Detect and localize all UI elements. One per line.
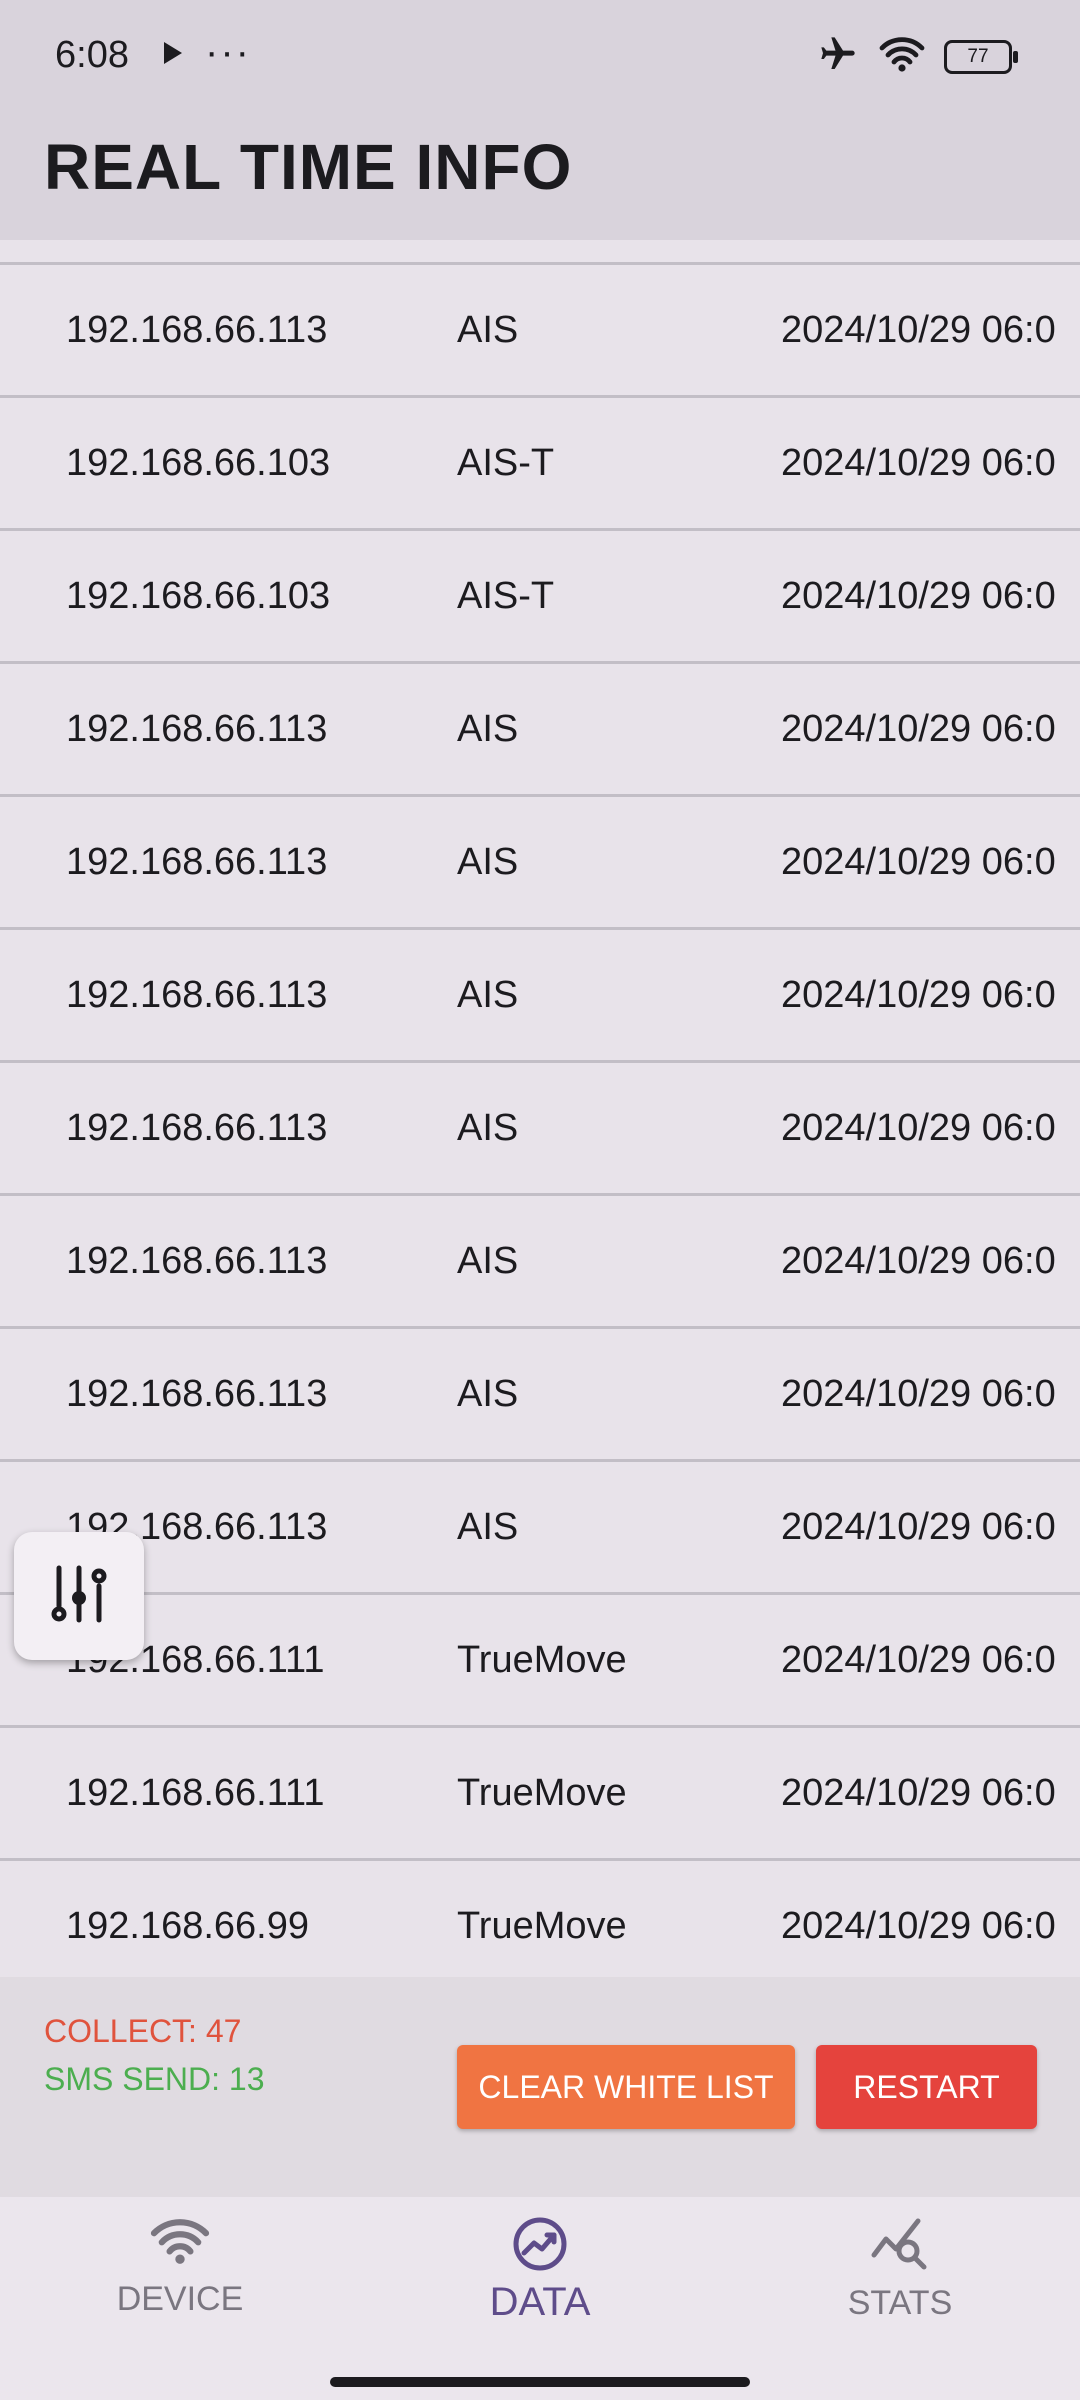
operator-cell: AIS xyxy=(457,708,519,750)
wifi-icon xyxy=(878,34,926,79)
home-gesture-bar[interactable] xyxy=(330,2377,750,2387)
ip-cell: 192.168.66.113 xyxy=(66,1107,328,1149)
ip-cell: 192.168.66.99 xyxy=(66,1905,310,1947)
operator-cell: AIS xyxy=(457,841,519,883)
time-cell: 2024/10/29 06:0 xyxy=(781,442,1056,484)
table-row[interactable]: 192.168.66.113 AIS 2024/10/29 06:0 xyxy=(0,1462,1080,1595)
app-bar: REAL TIME INFO xyxy=(0,110,1080,240)
ip-cell: 192.168.66.113 xyxy=(66,841,328,883)
time-cell: 2024/10/29 06:0 xyxy=(781,1240,1056,1282)
nav-label-device: DEVICE xyxy=(116,2280,244,2318)
sliders-icon xyxy=(47,1562,111,1631)
operator-cell: TrueMove xyxy=(457,1639,627,1681)
play-icon xyxy=(164,42,182,64)
status-icons: 77 xyxy=(816,34,1018,79)
table-row[interactable]: 192.168.66.113 AIS 2024/10/29 06:0 xyxy=(0,1329,1080,1462)
table-row[interactable]: 192.168.66.113 AIS 2024/10/29 06:0 xyxy=(0,797,1080,930)
status-time: 6:08 xyxy=(55,34,129,76)
status-bar: 6:08 ··· 77 xyxy=(0,0,1080,110)
table-row[interactable]: 192.168.66.113 AIS 2024/10/29 06:0 xyxy=(0,1063,1080,1196)
time-cell: 2024/10/29 06:0 xyxy=(781,575,1056,617)
chart-trend-icon xyxy=(430,2215,650,2278)
nav-item-stats[interactable]: STATS xyxy=(790,2215,1010,2323)
stats-search-icon xyxy=(790,2215,1010,2276)
operator-cell: TrueMove xyxy=(457,1772,627,1814)
table-row[interactable]: 192.168.66.113 AIS 2024/10/29 06:0 xyxy=(0,1196,1080,1329)
ip-cell: 192.168.66.103 xyxy=(66,575,331,617)
sms-send-count: SMS SEND: 13 xyxy=(44,2061,265,2097)
operator-cell: AIS xyxy=(457,309,519,351)
nav-label-stats: STATS xyxy=(847,2284,953,2322)
summary-panel: COLLECT: 47 SMS SEND: 13 CLEAR WHITE LIS… xyxy=(0,1977,1080,2197)
operator-cell: AIS xyxy=(457,1373,519,1415)
more-notifications-icon: ··· xyxy=(205,30,251,74)
table-row[interactable]: 192.168.66.113 AIS 2024/10/29 06:0 xyxy=(0,265,1080,398)
ip-cell: 192.168.66.113 xyxy=(66,1373,328,1415)
operator-cell: TrueMove xyxy=(457,1905,627,1947)
operator-cell: AIS-T xyxy=(457,442,555,484)
table-row[interactable]: 192.168.66.103 AIS-T 2024/10/29 06:0 xyxy=(0,398,1080,531)
airplane-icon xyxy=(816,34,860,79)
ip-cell: 192.168.66.113 xyxy=(66,1240,328,1282)
operator-cell: AIS xyxy=(457,1107,519,1149)
time-cell: 2024/10/29 06:0 xyxy=(781,1373,1056,1415)
clear-white-list-button[interactable]: CLEAR WHITE LIST xyxy=(457,2045,795,2129)
ip-cell: 192.168.66.113 xyxy=(66,974,328,1016)
info-list[interactable]: 192.168.66.113 AIS 2024/10/29 06:0 192.168… xyxy=(0,262,1080,1991)
operator-cell: AIS-T xyxy=(457,575,555,617)
time-cell: 2024/10/29 06:0 xyxy=(781,1107,1056,1149)
time-cell: 2024/10/29 06:0 xyxy=(781,1905,1056,1947)
restart-button[interactable]: RESTART xyxy=(816,2045,1037,2129)
table-row[interactable]: 192.168.66.99 TrueMove 2024/10/29 06:0 xyxy=(0,1861,1080,1991)
wifi-icon xyxy=(70,2215,290,2272)
operator-cell: AIS xyxy=(457,1240,519,1282)
time-cell: 2024/10/29 06:0 xyxy=(781,1506,1056,1548)
table-row[interactable]: 192.168.66.113 AIS 2024/10/29 06:0 xyxy=(0,664,1080,797)
time-cell: 2024/10/29 06:0 xyxy=(781,309,1056,351)
page-title: REAL TIME INFO xyxy=(44,131,573,203)
time-cell: 2024/10/29 06:0 xyxy=(781,974,1056,1016)
table-row[interactable]: 192.168.66.111 TrueMove 2024/10/29 06:0 xyxy=(0,1595,1080,1728)
ip-cell: 192.168.66.111 xyxy=(66,1772,325,1814)
time-cell: 2024/10/29 06:0 xyxy=(781,1639,1056,1681)
table-row[interactable]: 192.168.66.103 AIS-T 2024/10/29 06:0 xyxy=(0,531,1080,664)
operator-cell: AIS xyxy=(457,974,519,1016)
collect-count: COLLECT: 47 xyxy=(44,2013,242,2049)
table-row[interactable]: 192.168.66.113 AIS 2024/10/29 06:0 xyxy=(0,930,1080,1063)
ip-cell: 192.168.66.103 xyxy=(66,442,331,484)
nav-label-data: DATA xyxy=(489,2280,591,2324)
ip-cell: 192.168.66.113 xyxy=(66,309,328,351)
battery-icon: 77 xyxy=(944,39,1018,74)
table-row[interactable]: 192.168.66.111 TrueMove 2024/10/29 06:0 xyxy=(0,1728,1080,1861)
filter-fab-button[interactable] xyxy=(14,1532,144,1660)
nav-item-device[interactable]: DEVICE xyxy=(70,2215,290,2319)
gesture-area xyxy=(0,2357,1080,2400)
time-cell: 2024/10/29 06:0 xyxy=(781,1772,1056,1814)
operator-cell: AIS xyxy=(457,1506,519,1548)
ip-cell: 192.168.66.113 xyxy=(66,708,328,750)
time-cell: 2024/10/29 06:0 xyxy=(781,841,1056,883)
nav-item-data[interactable]: DATA xyxy=(430,2215,650,2325)
time-cell: 2024/10/29 06:0 xyxy=(781,708,1056,750)
bottom-navigation: DEVICE DATA STATS xyxy=(0,2197,1080,2357)
